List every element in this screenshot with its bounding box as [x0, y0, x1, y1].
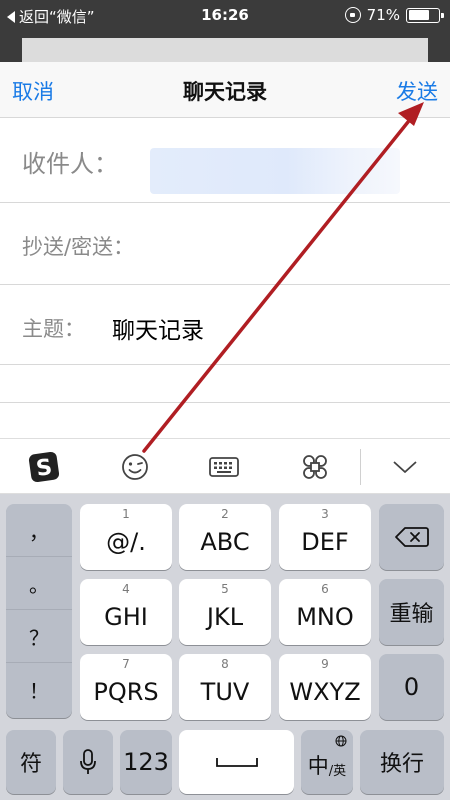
space-key[interactable] — [179, 730, 294, 794]
rotation-lock-icon — [344, 7, 361, 23]
reenter-key[interactable]: 重输 — [379, 579, 444, 645]
cc-field[interactable]: 抄送/密送： — [0, 203, 450, 285]
key-number: 5 — [221, 582, 229, 596]
keyboard-icon[interactable] — [206, 449, 242, 485]
key-letters: ABC — [200, 528, 250, 556]
recipient-blurred — [150, 148, 400, 194]
lang-sub: /英 — [328, 763, 347, 779]
battery-icon — [406, 7, 444, 23]
compose-navbar: 取消 聊天记录 发送 — [0, 62, 450, 118]
key-letters: @/. — [106, 528, 146, 556]
battery-percent: 71% — [366, 6, 400, 24]
key-9[interactable]: 9 WXYZ — [279, 654, 371, 720]
backspace-icon — [394, 527, 429, 547]
key-number: 2 — [221, 507, 229, 521]
page-title: 聊天记录 — [183, 80, 267, 104]
key-1[interactable]: 1 @/. — [80, 504, 172, 570]
key-letters: PQRS — [93, 678, 159, 706]
command-icon[interactable] — [297, 449, 333, 485]
key-number: 9 — [321, 657, 329, 671]
key-8[interactable]: 8 TUV — [179, 654, 271, 720]
num123-key[interactable]: 123 — [120, 730, 172, 794]
key-number: 3 — [321, 507, 329, 521]
symbol-key[interactable]: 符 — [6, 730, 56, 794]
key-3[interactable]: 3 DEF — [279, 504, 371, 570]
sogou-logo-icon[interactable]: S — [26, 449, 62, 485]
punct-exclaim-key[interactable]: ！ — [6, 663, 72, 716]
punctuation-column[interactable]: ， 。 ？ ！ — [6, 504, 72, 718]
key-2[interactable]: 2 ABC — [179, 504, 271, 570]
key-number: 8 — [221, 657, 229, 671]
lang-main: 中 — [307, 754, 329, 778]
key-letters: WXYZ — [289, 678, 361, 706]
collapse-icon[interactable] — [387, 449, 423, 485]
send-button[interactable]: 发送 — [396, 76, 438, 106]
punct-period-key[interactable]: 。 — [6, 557, 72, 610]
newline-key[interactable]: 换行 — [360, 730, 444, 794]
key-number: 4 — [122, 582, 130, 596]
emoji-icon[interactable] — [117, 449, 153, 485]
key-letters: JKL — [206, 603, 244, 631]
globe-icon — [335, 735, 347, 747]
language-switch-key[interactable]: 中/英 — [301, 730, 353, 794]
space-icon — [215, 758, 258, 767]
status-bar: 返回“微信” 16:26 71% — [0, 0, 450, 32]
zero-key[interactable]: 0 — [379, 654, 444, 720]
microphone-icon — [80, 749, 96, 774]
key-letters: MNO — [296, 603, 354, 631]
subject-value: 聊天记录 — [112, 318, 204, 344]
key-number: 1 — [122, 507, 130, 521]
cc-label: 抄送/密送： — [22, 235, 135, 259]
key-letters: DEF — [301, 528, 349, 556]
key-6[interactable]: 6 MNO — [279, 579, 371, 645]
punct-question-key[interactable]: ？ — [6, 610, 72, 663]
ime-keyboard: ， 。 ？ ！ 1 @/. 2 ABC 3 DEF 4 GHI 5 JKL 6 MNO 重输… — [0, 494, 450, 800]
key-letters: TUV — [200, 678, 250, 706]
key-number: 7 — [122, 657, 130, 671]
to-field[interactable]: 收件人： — [0, 118, 450, 203]
subject-field[interactable]: 主题： 聊天记录 — [0, 285, 450, 365]
key-4[interactable]: 4 GHI — [80, 579, 172, 645]
ime-toolbar: S — [0, 438, 450, 494]
key-5[interactable]: 5 JKL — [179, 579, 271, 645]
subject-label: 主题： — [22, 317, 85, 341]
punct-comma-key[interactable]: ， — [6, 504, 72, 557]
key-number: 6 — [321, 582, 329, 596]
backspace-key[interactable] — [379, 504, 444, 570]
to-label: 收件人： — [22, 150, 118, 178]
key-letters: GHI — [104, 603, 148, 631]
body-area[interactable] — [0, 365, 450, 403]
microphone-key[interactable] — [63, 730, 113, 794]
background-sheet — [0, 32, 450, 62]
key-7[interactable]: 7 PQRS — [80, 654, 172, 720]
toolbar-divider — [360, 449, 361, 485]
